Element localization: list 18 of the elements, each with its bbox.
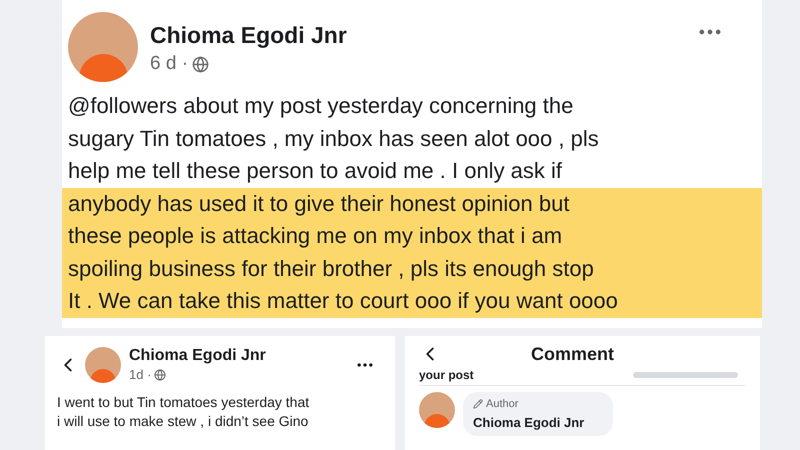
author-name[interactable]: Chioma Egodi Jnr bbox=[150, 20, 347, 50]
pencil-icon bbox=[473, 399, 483, 410]
globe-icon bbox=[154, 368, 166, 381]
globe-icon bbox=[192, 56, 210, 73]
avatar bbox=[419, 392, 455, 428]
post-text-line: @followers about my post yesterday concerning the bbox=[67, 92, 574, 120]
post-time: 1d · bbox=[129, 366, 152, 384]
post-text-line: help me tell these person to avoid me . I only ask if bbox=[67, 157, 564, 185]
comment-title: Comment bbox=[531, 342, 614, 366]
post-text-line: I went to but Tin tomatoes yesterday that bbox=[57, 392, 310, 412]
post-snippet: your post bbox=[419, 368, 474, 382]
post-text-line: sugary Tin tomatoes , my inbox has seen alot ooo , pls bbox=[67, 124, 600, 153]
author-name[interactable]: Chioma Egodi Jnr bbox=[129, 346, 266, 365]
author-label: Author bbox=[486, 397, 518, 412]
avatar bbox=[85, 347, 121, 384]
post-text-line: i will use to make stew , i didn’t see Gino bbox=[57, 412, 310, 430]
commenter-name[interactable]: Chioma Egodi Jnr bbox=[473, 412, 603, 432]
post-time: 6 d · bbox=[150, 52, 188, 76]
